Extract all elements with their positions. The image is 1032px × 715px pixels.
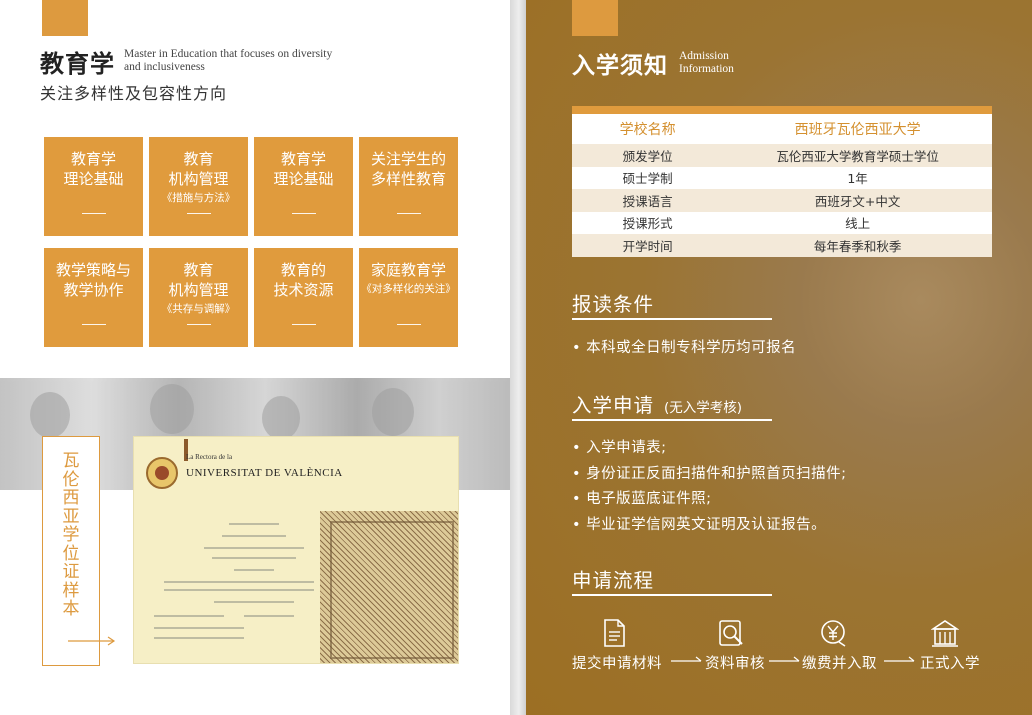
course-tile: 家庭教育学 《对多样化的关注》: [359, 248, 458, 347]
book-spine: [510, 0, 526, 715]
left-page: 教育学 Master in Education that focuses on …: [0, 0, 510, 715]
list-item: 身份证正反面扫描件和护照首页扫描件;: [572, 462, 847, 483]
course-tile: 教育的 技术资源: [254, 248, 353, 347]
table-row: 开学时间 每年春季和秋季: [572, 234, 992, 257]
arrow-right-icon: [884, 656, 915, 662]
requirements-heading: 报读条件: [572, 293, 655, 316]
university-seal-icon: [146, 457, 178, 489]
table-header-row: 学校名称 西班牙瓦伦西亚大学: [619, 122, 921, 138]
section-underline: [572, 318, 772, 320]
admission-info-table: 学校名称 西班牙瓦伦西亚大学 颁发学位 瓦伦西亚大学教育学硕士学位 硕士学制 1…: [572, 106, 992, 257]
search-review-icon: [719, 620, 743, 646]
course-tile: 教育学 理论基础: [44, 137, 143, 236]
table-row: 授课形式 线上: [622, 216, 871, 232]
list-item: 电子版蓝底证件照;: [572, 487, 712, 508]
degree-certificate-sample: La Rectora de la UNIVERSITAT DE VALÈNCIA: [133, 436, 459, 664]
course-tile: 教育 机构管理 《共存与调解》: [149, 248, 248, 347]
arrow-right-icon: [769, 656, 800, 662]
process-step-label: 缴费并入取: [802, 656, 877, 672]
list-item: 本科或全日制专科学历均可报名: [572, 336, 796, 357]
program-title: 教育学: [40, 50, 115, 78]
table-row: 颁发学位 瓦伦西亚大学教育学硕士学位: [572, 144, 992, 167]
engraving-illustration: [320, 511, 458, 663]
course-tile: 教育学 理论基础: [254, 137, 353, 236]
yen-payment-icon: [821, 620, 846, 647]
program-title-english: Master in Education that focuses on dive…: [124, 48, 333, 73]
section-underline: [572, 419, 772, 421]
application-heading: 入学申请 (无入学考核): [572, 394, 743, 417]
table-row: 授课语言 西班牙文+中文: [572, 189, 992, 212]
application-note: (无入学考核): [664, 400, 743, 416]
certificate-header-small: La Rectora de la: [186, 453, 233, 461]
process-heading: 申请流程: [572, 569, 655, 592]
course-tile: 教育 机构管理 《措施与方法》: [149, 137, 248, 236]
arrow-right-icon: [671, 656, 702, 662]
accent-block: [42, 0, 88, 36]
course-tile: 教学策略与 教学协作: [44, 248, 143, 347]
accent-block: [572, 0, 618, 36]
admission-title: 入学须知: [572, 53, 668, 79]
table-row: 硕士学制 1年: [622, 171, 868, 187]
course-tile: 关注学生的 多样性教育: [359, 137, 458, 236]
list-item: 毕业证学信网英文证明及认证报告。: [572, 513, 826, 534]
certificate-university-name: UNIVERSITAT DE VALÈNCIA: [186, 467, 343, 479]
list-item: 入学申请表;: [572, 436, 667, 457]
arrow-right-icon: [68, 636, 116, 646]
school-building-icon: [931, 620, 959, 647]
process-step-label: 资料审核: [705, 656, 765, 672]
admission-title-english: Admission Information: [679, 50, 734, 75]
process-step-label: 正式入学: [920, 656, 980, 672]
process-step-label: 提交申请材料: [572, 656, 662, 672]
section-underline: [572, 594, 772, 596]
program-subtitle: 关注多样性及包容性方向: [40, 84, 228, 103]
right-page: 入学须知 Admission Information 学校名称 西班牙瓦伦西亚大学…: [526, 0, 1032, 715]
certificate-label: 瓦伦西亚学位证样本: [62, 451, 80, 619]
document-icon: [604, 619, 625, 647]
